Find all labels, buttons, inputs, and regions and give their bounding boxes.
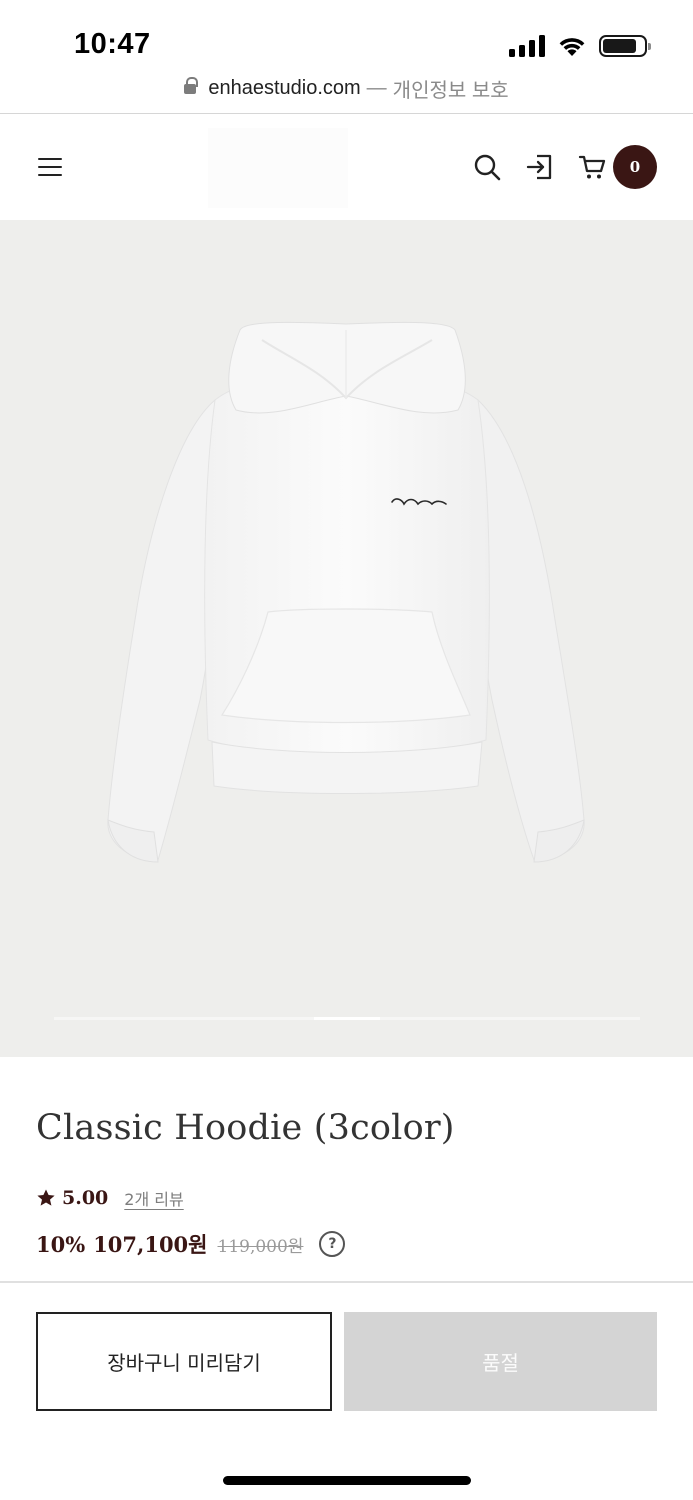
product-image — [107, 321, 585, 863]
price-row: 10% 107,100원 119,000원 ? — [36, 1229, 346, 1259]
site-header: 0 — [0, 114, 693, 220]
star-icon — [37, 1189, 55, 1206]
discount-rate: 10% — [36, 1231, 86, 1257]
privacy-label: 개인정보 보호 — [392, 79, 509, 102]
rating-value: 5.00 — [62, 1187, 109, 1209]
signal-icon — [509, 35, 545, 57]
status-icons — [509, 34, 651, 58]
home-indicator[interactable] — [223, 1476, 471, 1485]
site-logo[interactable] — [208, 128, 348, 208]
status-time: 10:47 — [74, 28, 151, 60]
url-separator: — — [366, 76, 387, 99]
review-link[interactable]: 2개 리뷰 — [124, 1186, 183, 1210]
cart-count-badge[interactable]: 0 — [613, 145, 657, 189]
product-title: Classic Hoodie (3color) — [36, 1108, 455, 1148]
url-domain: enhaestudio.com — [208, 76, 361, 99]
product-gallery[interactable] — [0, 220, 693, 1057]
sale-price: 107,100원 — [93, 1232, 208, 1257]
action-divider — [0, 1281, 693, 1283]
help-icon[interactable]: ? — [319, 1231, 346, 1257]
lock-icon — [184, 76, 199, 97]
menu-icon[interactable] — [36, 154, 64, 180]
wifi-icon — [559, 38, 585, 56]
login-icon[interactable] — [525, 152, 555, 182]
search-icon[interactable] — [472, 152, 502, 182]
battery-icon — [599, 35, 651, 57]
rating-row: 5.00 2개 리뷰 — [36, 1186, 184, 1210]
gallery-progress-thumb — [314, 1017, 380, 1020]
browser-url-bar[interactable]: enhaestudio.com — 개인정보 보호 — [0, 74, 693, 102]
gallery-progress-track — [54, 1017, 640, 1020]
status-bar: 10:47 — [0, 0, 693, 72]
cart-icon[interactable] — [578, 152, 608, 182]
add-to-cart-button[interactable]: 장바구니 미리담기 — [36, 1312, 332, 1411]
sold-out-button[interactable]: 품절 — [344, 1312, 657, 1411]
original-price: 119,000원 — [217, 1236, 304, 1257]
